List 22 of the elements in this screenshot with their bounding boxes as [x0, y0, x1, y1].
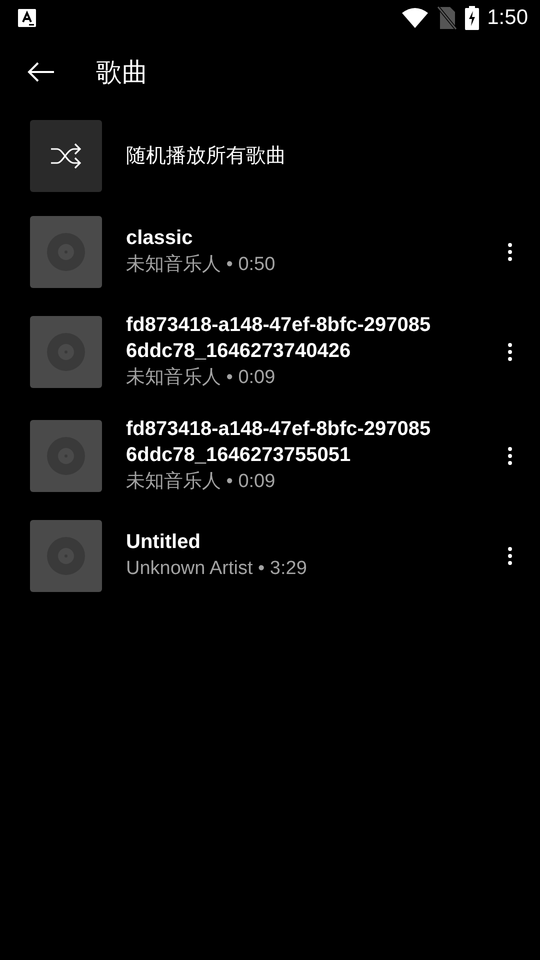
shuffle-all-item[interactable]: 随机播放所有歌曲	[0, 120, 540, 192]
back-arrow-icon	[26, 60, 56, 84]
wifi-icon	[401, 7, 430, 29]
more-vertical-icon	[508, 342, 512, 361]
battery-charging-icon	[465, 6, 480, 30]
more-vertical-icon	[508, 546, 512, 565]
shuffle-icon	[49, 142, 83, 170]
more-vertical-icon	[508, 242, 512, 261]
song-title: classic	[126, 226, 194, 251]
song-title: fd873418-a148-47ef-8bfc-297085 6ddc78_1646273755051	[126, 417, 432, 468]
keyboard-notification-icon	[18, 9, 36, 27]
song-title: Untitled	[126, 530, 202, 555]
status-time: 1:50	[487, 5, 528, 32]
page-title: 歌曲	[96, 56, 148, 88]
song-title: fd873418-a148-47ef-8bfc-297085 6ddc78_1646273740426	[126, 313, 432, 364]
back-button[interactable]	[26, 60, 56, 84]
song-artist-duration: Unknown Artist • 3:29	[126, 557, 308, 581]
song-artist-duration: 未知音乐人 • 0:09	[126, 366, 276, 390]
song-artist-duration: 未知音乐人 • 0:50	[126, 253, 276, 277]
more-vertical-icon	[508, 446, 512, 465]
song-artist-duration: 未知音乐人 • 0:09	[126, 470, 276, 494]
no-sim-icon	[437, 6, 458, 30]
